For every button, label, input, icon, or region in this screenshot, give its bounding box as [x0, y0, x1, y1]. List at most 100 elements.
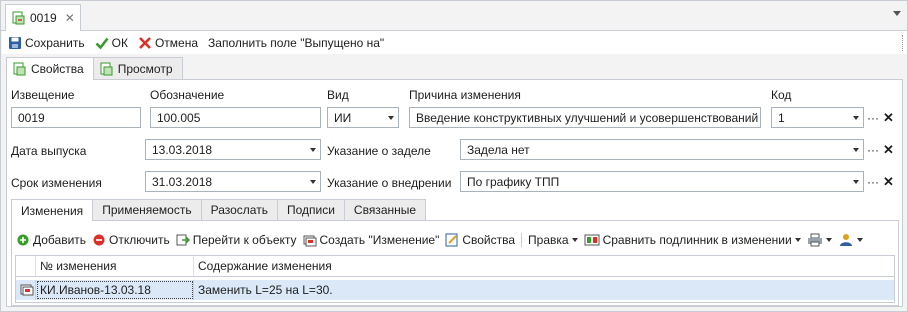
tab-related[interactable]: Связанные [343, 199, 427, 220]
tab-signatures-label: Подписи [286, 203, 335, 217]
implementation-select[interactable]: По графику ТПП [460, 171, 864, 192]
deadline-field[interactable]: 31.03.2018 [145, 171, 321, 192]
kind-select[interactable]: ИИ [327, 107, 399, 128]
toolbar-grip[interactable] [902, 35, 905, 51]
release-date-value: 13.03.2018 [152, 142, 213, 157]
fill-release-field-button[interactable]: Заполнить поле "Выпущено на" [208, 36, 384, 50]
tab-properties[interactable]: Свойства [6, 57, 94, 80]
changes-table: № изменения Содержание изменения КИ.Иван… [15, 255, 895, 303]
document-change-icon [12, 11, 25, 25]
save-label: Сохранить [25, 35, 85, 50]
clear-icon[interactable]: ✕ [883, 174, 894, 190]
table-row[interactable]: КИ.Иванов-13.03.18 Заменить L=25 на L=30… [16, 280, 894, 300]
code-label: Код [771, 88, 792, 102]
clear-icon[interactable]: ✕ [883, 110, 894, 126]
chevron-down-icon [853, 148, 859, 152]
reason-value: Введение конструктивных улучшений и усов… [416, 110, 759, 125]
designation-label: Обозначение [150, 88, 225, 102]
table-header: № изменения Содержание изменения [16, 256, 894, 277]
tab-signatures[interactable]: Подписи [276, 199, 345, 220]
user-settings-button[interactable] [838, 233, 863, 247]
ellipsis-icon[interactable]: ··· [867, 111, 879, 125]
chevron-down-icon [310, 148, 316, 152]
add-button[interactable]: Добавить [16, 233, 86, 247]
header-icon-cell [16, 256, 36, 276]
notice-label: Извещение [11, 88, 75, 102]
cell-change-content[interactable]: Заменить L=25 на L=30. [194, 280, 894, 300]
disable-label: Отключить [109, 233, 170, 247]
column-change-content[interactable]: Содержание изменения [194, 256, 894, 276]
implementation-label: Указание о внедрении [327, 176, 452, 190]
release-date-label: Дата выпуска [11, 144, 87, 158]
user-icon [839, 234, 852, 246]
properties-icon [445, 233, 458, 247]
ok-button[interactable]: ОК [95, 36, 128, 50]
document-tab[interactable]: 0019 ✕ [5, 4, 81, 31]
change-content-value: Заменить L=25 на L=30. [198, 283, 333, 297]
print-button[interactable] [807, 233, 832, 247]
edit-label: Правка [528, 233, 569, 247]
tab-properties-label: Свойства [31, 62, 84, 76]
reason-field[interactable]: Введение конструктивных улучшений и усов… [409, 107, 761, 128]
cell-change-number[interactable]: КИ.Иванов-13.03.18 [36, 280, 194, 300]
create-change-icon [303, 235, 317, 247]
release-date-field[interactable]: 13.03.2018 [145, 139, 321, 160]
column-change-content-label: Содержание изменения [198, 259, 332, 273]
compare-button[interactable]: Сравнить подлинник в изменении [584, 233, 801, 247]
top-tabs: Свойства Просмотр [6, 57, 183, 80]
ellipsis-icon[interactable]: ··· [867, 143, 879, 157]
tab-applicability-label: Применяемость [102, 203, 192, 217]
separator [521, 233, 523, 247]
close-icon[interactable]: ✕ [65, 11, 75, 25]
changes-toolbar: Добавить Отключить Перейти к объекту Соз… [16, 229, 894, 251]
column-change-number[interactable]: № изменения [36, 256, 194, 276]
bottom-tabs: Изменения Применяемость Разослать Подпис… [11, 199, 427, 221]
notice-field[interactable]: 0019 [11, 107, 141, 128]
edit-menu-button[interactable]: Правка [528, 233, 578, 247]
code-select[interactable]: 1 [771, 107, 864, 128]
goto-icon [176, 234, 190, 246]
ok-label: ОК [111, 35, 128, 50]
ellipsis-icon[interactable]: ··· [867, 175, 879, 189]
properties-tab-icon [13, 62, 26, 76]
disable-icon [93, 234, 105, 246]
goto-object-label: Перейти к объекту [192, 233, 297, 247]
code-value: 1 [778, 110, 785, 125]
cancel-button[interactable]: Отмена [138, 36, 198, 50]
chevron-down-icon [388, 116, 394, 120]
create-change-button[interactable]: Создать "Изменение" [303, 233, 439, 247]
backlog-controls: ··· ✕ [867, 142, 894, 158]
save-button[interactable]: Сохранить [8, 36, 85, 50]
chevron-down-icon [794, 238, 801, 242]
tab-changes[interactable]: Изменения [11, 199, 94, 221]
goto-object-button[interactable]: Перейти к объекту [176, 233, 297, 247]
backlog-value: Задела нет [467, 142, 530, 157]
cancel-label: Отмена [154, 35, 199, 50]
code-controls: ··· ✕ [867, 110, 894, 126]
designation-value: 100.005 [157, 110, 201, 125]
window: 0019 ✕ Сохранить ОК Отмена Заполнить пол… [0, 0, 908, 312]
properties-label: Свойства [462, 233, 516, 247]
save-icon [9, 36, 21, 49]
document-tab-strip: 0019 ✕ [1, 1, 907, 31]
clear-icon[interactable]: ✕ [883, 142, 894, 158]
chevron-down-icon [310, 180, 316, 184]
disable-button[interactable]: Отключить [92, 233, 170, 247]
changes-panel: Добавить Отключить Перейти к объекту Соз… [11, 220, 899, 306]
designation-field[interactable]: 100.005 [150, 107, 321, 128]
chevron-down-icon[interactable] [893, 11, 901, 16]
notice-value: 0019 [18, 110, 45, 125]
implementation-controls: ··· ✕ [867, 174, 894, 190]
tab-distribute[interactable]: Разослать [200, 199, 278, 220]
tab-applicability[interactable]: Применяемость [92, 199, 202, 220]
properties-button[interactable]: Свойства [445, 233, 515, 247]
add-label: Добавить [33, 233, 87, 247]
kind-value: ИИ [334, 110, 352, 125]
tab-preview[interactable]: Просмотр [92, 57, 183, 79]
deadline-value: 31.03.2018 [152, 174, 213, 189]
backlog-select[interactable]: Задела нет [460, 139, 864, 160]
add-icon [17, 234, 29, 246]
reason-label: Причина изменения [409, 88, 521, 102]
backlog-label: Указание о заделе [327, 144, 431, 158]
chevron-down-icon [853, 180, 859, 184]
